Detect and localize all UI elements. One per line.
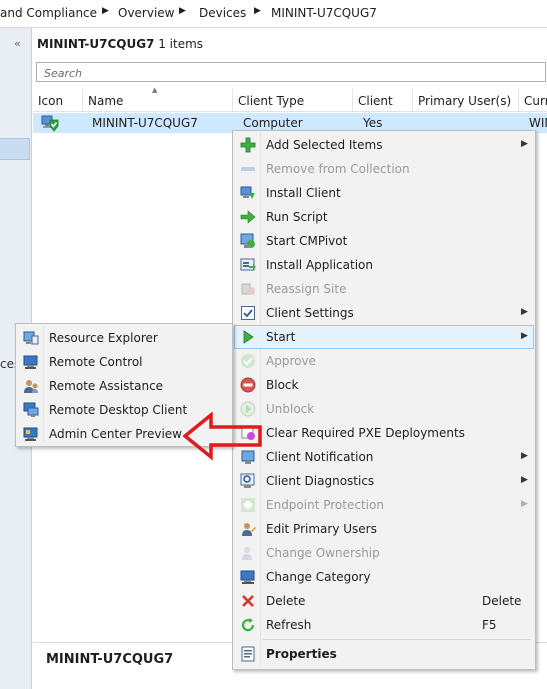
row-device-name: MININT-U7CQUG7 — [92, 116, 198, 130]
menu-item-resource-explorer[interactable]: Resource Explorer — [17, 326, 231, 350]
column-header-client[interactable]: Client — [353, 89, 413, 111]
list-title-name: MININT-U7CQUG7 — [37, 37, 155, 51]
search-box[interactable] — [36, 62, 546, 82]
submenu-arrow-icon: ▶ — [521, 475, 528, 485]
delete-x-icon — [240, 593, 256, 609]
green-plus-icon — [240, 137, 256, 153]
list-item-count: 1 items — [158, 37, 204, 51]
menu-item-endpoint-protection[interactable]: Endpoint Protection ▶ — [234, 493, 534, 517]
breadcrumb-item-compliance[interactable]: and Compliance — [0, 6, 97, 20]
column-header-row: Icon Name Client Type Client Primary Use… — [33, 89, 547, 112]
breadcrumb-separator-icon: ▶ — [254, 6, 261, 16]
menu-item-reassign-site[interactable]: Reassign Site — [234, 277, 534, 301]
menu-item-unblock[interactable]: Unblock — [234, 397, 534, 421]
row-client: Yes — [363, 116, 383, 130]
remote-control-icon — [23, 354, 39, 370]
shortcut-label: Delete — [482, 594, 522, 608]
resource-explorer-icon — [23, 330, 39, 346]
menu-item-client-diagnostics[interactable]: Client Diagnostics ▶ — [234, 469, 534, 493]
remote-assistance-icon — [23, 378, 39, 394]
diagnostics-icon — [240, 473, 256, 489]
column-header-icon[interactable]: Icon — [33, 89, 83, 111]
menu-item-edit-primary-users[interactable]: Edit Primary Users — [234, 517, 534, 541]
breadcrumb-item-devices[interactable]: Devices — [199, 6, 246, 20]
install-client-icon — [240, 185, 256, 201]
menu-item-change-ownership[interactable]: Change Ownership — [234, 541, 534, 565]
menu-separator — [263, 639, 531, 640]
menu-item-install-client[interactable]: Install Client — [234, 181, 534, 205]
admin-center-icon — [23, 426, 39, 442]
breadcrumb: and Compliance ▶ Overview ▶ Devices ▶ MI… — [0, 0, 547, 28]
reassign-icon — [240, 281, 256, 297]
column-header-primary-users[interactable]: Primary User(s) — [413, 89, 519, 111]
list-title: MININT-U7CQUG7 1 items — [37, 37, 203, 51]
search-input[interactable] — [42, 64, 536, 82]
green-arrow-icon — [240, 209, 256, 225]
menu-item-block[interactable]: Block — [234, 373, 534, 397]
computer-status-icon — [41, 114, 59, 135]
breadcrumb-item-overview[interactable]: Overview — [118, 6, 175, 20]
menu-item-refresh[interactable]: Refresh F5 — [234, 613, 534, 637]
menu-item-start-cmpivot[interactable]: Start CMPivot — [234, 229, 534, 253]
navigation-selected-item[interactable] — [0, 138, 30, 160]
submenu-arrow-icon: ▶ — [521, 139, 528, 149]
menu-item-clear-pxe-deployments[interactable]: Clear Required PXE Deployments — [234, 421, 534, 445]
category-icon — [240, 569, 256, 585]
users-icon — [240, 521, 256, 537]
detail-pane-title: MININT-U7CQUG7 — [46, 652, 174, 667]
submenu-arrow-icon: ▶ — [521, 499, 528, 509]
install-app-icon — [240, 257, 256, 273]
row-client-type: Computer — [243, 116, 303, 130]
menu-item-remove-from-collection[interactable]: Remove from Collection — [234, 157, 534, 181]
menu-item-start[interactable]: Start ▶ — [234, 325, 534, 349]
menu-item-remote-assistance[interactable]: Remote Assistance — [17, 374, 231, 398]
refresh-icon — [240, 617, 256, 633]
ownership-icon — [240, 545, 256, 561]
properties-icon — [240, 646, 256, 662]
menu-item-properties[interactable]: Properties — [234, 642, 534, 666]
menu-item-change-category[interactable]: Change Category — [234, 565, 534, 589]
context-menu: Add Selected Items ▶ Remove from Collect… — [232, 130, 536, 670]
shortcut-label: F5 — [482, 618, 497, 632]
submenu-arrow-icon: ▶ — [521, 331, 528, 341]
menu-item-delete[interactable]: Delete Delete — [234, 589, 534, 613]
menu-item-approve[interactable]: Approve — [234, 349, 534, 373]
menu-item-client-notification[interactable]: Client Notification ▶ — [234, 445, 534, 469]
block-icon — [240, 377, 256, 393]
menu-item-install-application[interactable]: Install Application — [234, 253, 534, 277]
approve-icon — [240, 353, 256, 369]
menu-item-run-script[interactable]: Run Script — [234, 205, 534, 229]
remote-desktop-icon — [23, 402, 39, 418]
menu-item-add-selected-items[interactable]: Add Selected Items ▶ — [234, 133, 534, 157]
cmpivot-icon — [240, 233, 256, 249]
shield-plus-icon — [240, 497, 256, 513]
remove-icon — [240, 161, 256, 177]
submenu-arrow-icon: ▶ — [521, 451, 528, 461]
menu-item-client-settings[interactable]: Client Settings ▶ — [234, 301, 534, 325]
breadcrumb-separator-icon: ▶ — [179, 6, 186, 16]
column-header-name[interactable]: Name — [83, 89, 233, 111]
menu-item-remote-control[interactable]: Remote Control — [17, 350, 231, 374]
checkbox-icon — [240, 305, 256, 321]
collapse-pane-icon[interactable]: « — [14, 37, 21, 50]
annotation-arrow-icon — [183, 412, 262, 461]
column-header-current[interactable]: Curr — [519, 89, 547, 111]
breadcrumb-separator-icon: ▶ — [102, 6, 109, 16]
column-header-client-type[interactable]: Client Type — [233, 89, 353, 111]
row-current: WIN — [529, 116, 547, 130]
breadcrumb-item-device[interactable]: MININT-U7CQUG7 — [271, 6, 377, 20]
sort-ascending-icon: ▲ — [152, 86, 158, 94]
play-icon — [240, 329, 256, 345]
submenu-arrow-icon: ▶ — [521, 307, 528, 317]
